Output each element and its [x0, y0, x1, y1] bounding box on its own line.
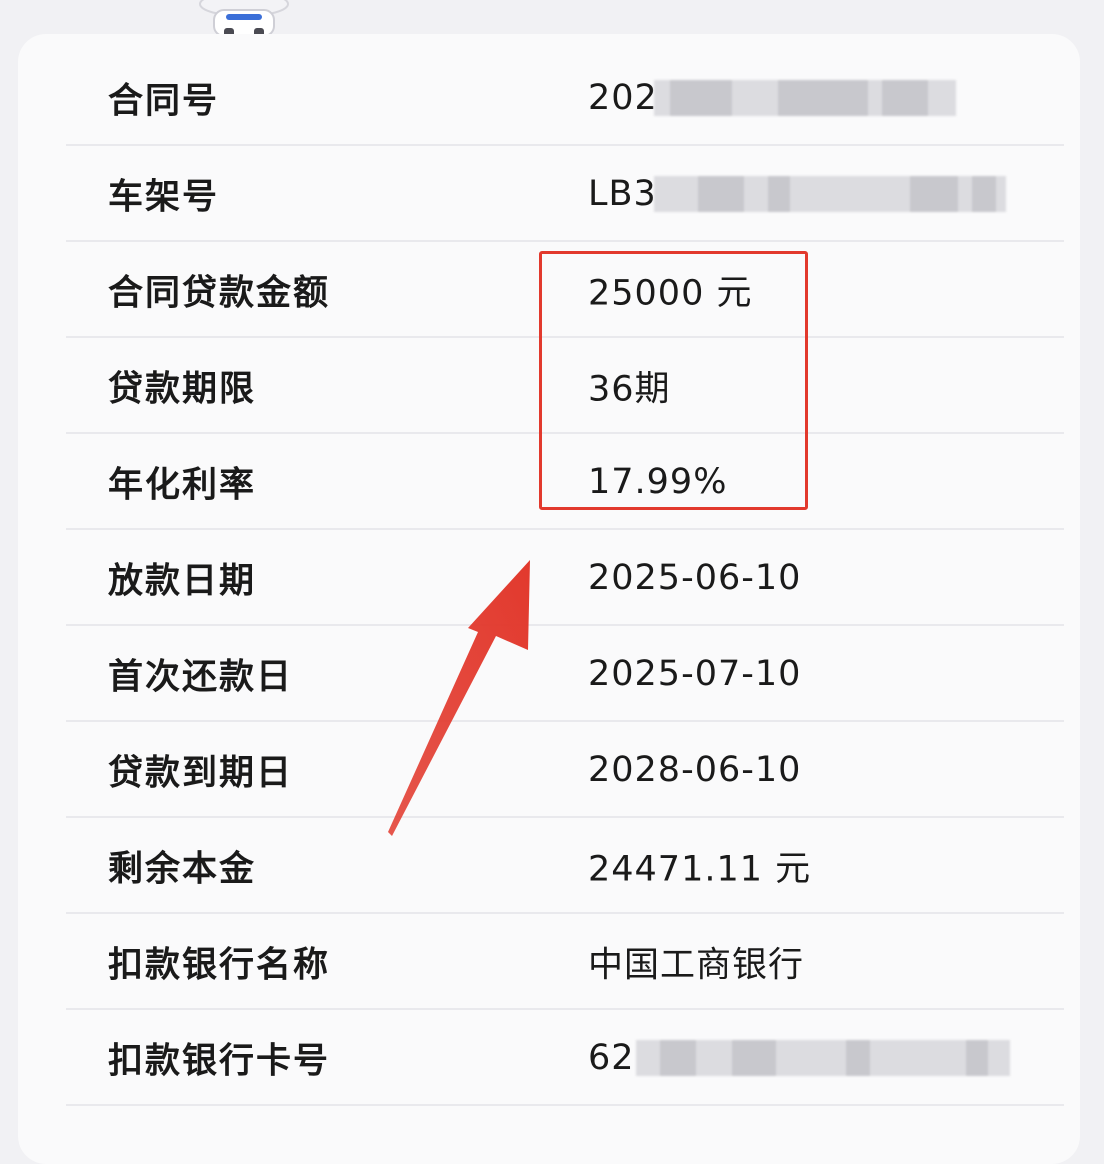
- row-label: 剩余本金: [108, 849, 257, 890]
- row-label: 贷款期限: [108, 369, 257, 410]
- row-value: 24471.11 元: [588, 849, 812, 890]
- redaction-mask: [654, 176, 1006, 212]
- row-label: 合同贷款金额: [108, 273, 331, 314]
- row-value: 2028-06-10: [588, 750, 802, 790]
- row-label: 放款日期: [108, 561, 257, 602]
- detail-row-vin: 车架号 LB3: [66, 146, 1064, 242]
- row-value: 中国工商银行: [588, 945, 805, 986]
- row-label: 车架号: [108, 177, 220, 218]
- row-label: 扣款银行卡号: [108, 1041, 331, 1082]
- detail-row-first-repayment-date: 首次还款日 2025-07-10: [66, 626, 1064, 722]
- row-label: 年化利率: [108, 465, 257, 506]
- row-label: 贷款到期日: [108, 753, 294, 794]
- loan-detail-card: 合同号 202 车架号 LB3 合同贷款金额 25000 元 贷款期限 36期 …: [18, 34, 1080, 1164]
- annotation-arrow-icon: [388, 560, 530, 836]
- row-label: 合同号: [108, 81, 220, 122]
- row-value: 202: [588, 78, 658, 118]
- row-label: 扣款银行名称: [108, 945, 331, 986]
- redaction-mask: [654, 80, 956, 116]
- detail-row-remaining-principal: 剩余本金 24471.11 元: [66, 818, 1064, 914]
- detail-row-disbursement-date: 放款日期 2025-06-10: [66, 530, 1064, 626]
- detail-row-contract-number: 合同号 202: [66, 50, 1064, 146]
- row-label: 首次还款日: [108, 657, 294, 698]
- redaction-mask: [636, 1040, 1010, 1076]
- detail-row-bank-name: 扣款银行名称 中国工商银行: [66, 914, 1064, 1010]
- row-divider: [66, 1104, 1064, 1106]
- row-value: 2025-06-10: [588, 558, 802, 598]
- row-value: 2025-07-10: [588, 654, 802, 694]
- highlight-annotation-box: [539, 251, 808, 510]
- detail-row-bank-card-number: 扣款银行卡号 621: [66, 1010, 1064, 1106]
- row-value: LB3: [588, 174, 657, 214]
- detail-row-maturity-date: 贷款到期日 2028-06-10: [66, 722, 1064, 818]
